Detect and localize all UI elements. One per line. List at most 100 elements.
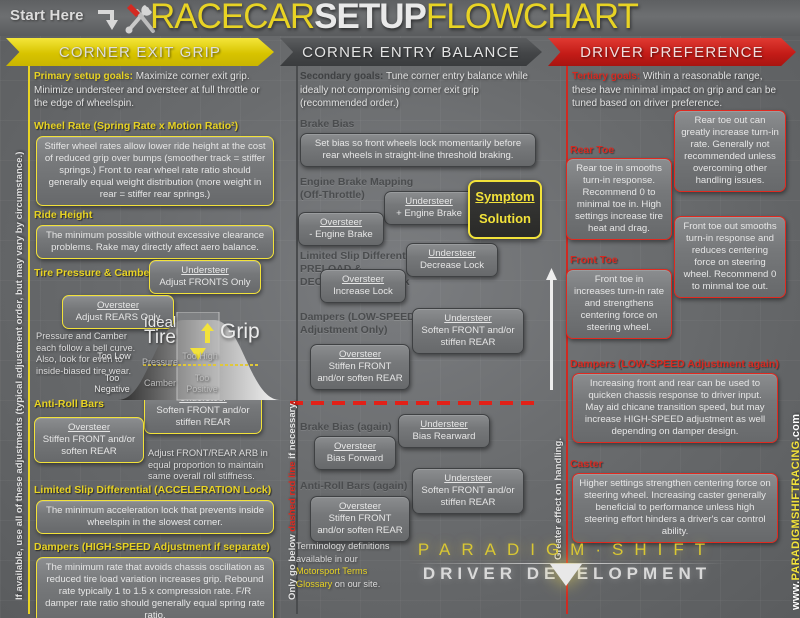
box-caster: Higher settings strengthen centering for… <box>572 473 778 543</box>
box-dampers-high-speed: The minimum rate that avoids chassis osc… <box>36 557 274 618</box>
solution-label: + Engine Brake <box>396 208 462 219</box>
solution-label: Increase Lock <box>333 286 393 297</box>
box-dampers-understeer: Understeer Soften FRONT and/or stiffen R… <box>412 308 524 354</box>
banner-label: CORNER ENTRY BALANCE <box>302 43 520 61</box>
website-tld: .com <box>790 413 800 441</box>
banner-label: DRIVER PREFERENCE <box>580 43 764 61</box>
paradigm-shift-logo: PARADIGM·SHIFT DRIVER DEVELOPMENT <box>402 540 732 586</box>
tertiary-goals-text: Tertiary goals: Within a reasonable rang… <box>572 70 786 111</box>
terminology-note: Terminology definitions available in our… <box>296 540 404 590</box>
column-corner-entry-balance: Secondary goals: Tune corner entry balan… <box>288 66 538 618</box>
symptom-label: Understeer <box>420 419 468 430</box>
dashed-line-note: Only go below dashed red line if necessa… <box>287 401 298 600</box>
title-part-flowchart: FLOWCHART <box>425 0 639 36</box>
box-engine-brake-oversteer: Oversteer - Engine Brake <box>298 212 384 246</box>
start-here-label: Start Here <box>10 7 84 24</box>
box-arb-oversteer: Oversteer Stiffen FRONT and/or soften RE… <box>34 417 144 463</box>
solution-label: Soften FRONT and/or stiffen REAR <box>156 405 250 428</box>
solution-label: Stiffen FRONT and/or soften REAR <box>42 434 136 457</box>
heading-caster: Caster <box>570 458 603 470</box>
solution-label: Bias Rearward <box>412 431 476 442</box>
terminology-note-part2: on our site. <box>332 578 381 589</box>
box-front-toe-out: Front toe out smooths turn-in response a… <box>674 216 786 298</box>
box-lsd-oversteer: Oversteer Increase Lock <box>320 269 406 303</box>
logo-triangle-icon <box>550 564 582 586</box>
symptom-label: Understeer <box>405 196 453 207</box>
banner-corner-exit-grip: CORNER EXIT GRIP <box>6 38 274 66</box>
box-engine-brake-understeer: Understeer + Engine Brake <box>384 191 474 225</box>
symptom-label: Oversteer <box>338 501 382 512</box>
box-arb2-oversteer: Oversteer Stiffen FRONT and/or soften RE… <box>310 496 410 542</box>
primary-goals-label: Primary setup goals: <box>34 71 133 82</box>
solution-label: Adjust FRONTS Only <box>159 277 251 288</box>
heading-dampers-high-speed: Dampers (HIGH-SPEED Adjustment if separa… <box>34 541 270 553</box>
symptom-label: Oversteer <box>341 274 385 285</box>
box-rear-toe-out: Rear toe out can greatly increase turn-i… <box>674 110 786 192</box>
solution-label: - Engine Brake <box>309 229 373 240</box>
greater-effect-up-arrow-icon <box>546 268 557 390</box>
symptom-label: Oversteer <box>67 422 111 433</box>
primary-goals-text: Primary setup goals: Maximize corner exi… <box>34 70 270 111</box>
heading-ride-height: Ride Height <box>34 209 93 221</box>
heading-lsd-acceleration: Limited Slip Differential (ACCELERATION … <box>34 484 272 496</box>
solution-label: Bias Forward <box>326 453 384 464</box>
box-lsd-understeer: Understeer Decrease Lock <box>406 243 498 277</box>
box-brake-bias: Set bias so front wheels lock momentaril… <box>300 133 536 167</box>
grip-up-arrow-icon <box>201 323 214 343</box>
symptom-label: Oversteer <box>319 217 363 228</box>
solution-label: Stiffen FRONT and/or soften REAR <box>317 513 403 536</box>
legend-symptom-solution: Symptom Solution <box>468 180 542 239</box>
tertiary-goals-label: Tertiary goals: <box>572 71 641 82</box>
box-wheel-rate: Stiffer wheel rates allow lower ride hei… <box>36 136 274 206</box>
solution-label: Soften FRONT and/or stiffen REAR <box>421 325 515 348</box>
dashed-line-note-highlight: dashed red line <box>287 461 298 532</box>
heading-dampers-low-speed: Dampers (LOW-SPEED Adjustment Only) <box>300 311 415 336</box>
banner-corner-entry-balance: CORNER ENTRY BALANCE <box>280 38 542 66</box>
dashed-line-note-prefix: Only go below <box>287 531 298 600</box>
box-lsd-acceleration: The minimum acceleration lock that preve… <box>36 500 274 534</box>
dashed-line-note-suffix: if necessary. <box>287 401 298 462</box>
solution-label: Soften FRONT and/or stiffen REAR <box>421 485 515 508</box>
symptom-label: Oversteer <box>96 300 140 311</box>
bell-too-negative-label: Too Negative <box>94 373 130 394</box>
column-driver-preference: Tertiary goals: Within a reasonable rang… <box>560 66 786 618</box>
symptom-label: Understeer <box>428 248 476 259</box>
secondary-goals-label: Secondary goals: <box>300 71 384 82</box>
bell-grip-label: Grip <box>220 320 260 343</box>
box-dampers-low-speed-again: Increasing front and rear can be used to… <box>572 373 778 443</box>
website-url[interactable]: www.PARADIGMSHIFTRACING.com <box>790 414 800 610</box>
dashed-red-divider <box>290 401 538 405</box>
bell-tire-label: Tire <box>143 327 177 348</box>
symptom-label: Oversteer <box>333 441 377 452</box>
terminology-note-part1: Terminology definitions available in our <box>296 541 390 564</box>
secondary-goals-text: Secondary goals: Tune corner entry balan… <box>300 70 536 111</box>
header-bar: Start Here RACECARSETUPFLOWCHART <box>0 0 800 36</box>
box-brake-bias-oversteer: Oversteer Bias Forward <box>314 436 396 470</box>
hook-arrow-icon <box>98 10 118 30</box>
box-front-toe-in: Front toe in increases turn-in rate and … <box>566 269 672 339</box>
page-title: RACECARSETUPFLOWCHART <box>150 0 639 36</box>
box-dampers-oversteer: Oversteer Stiffen FRONT and/or soften RE… <box>310 344 410 390</box>
heading-brake-bias: Brake Bias <box>300 118 355 130</box>
banner-driver-preference: DRIVER PREFERENCE <box>548 38 796 66</box>
bell-too-high-label: Too High <box>182 351 218 361</box>
heading-rear-toe: Rear Toe <box>570 144 615 156</box>
heading-front-toe: Front Toe <box>570 254 618 266</box>
legend-symptom-label: Symptom <box>475 189 535 204</box>
legend-solution-label: Solution <box>479 211 531 226</box>
symptom-label: Oversteer <box>338 349 382 360</box>
symptom-label: Understeer <box>444 313 492 324</box>
solution-label: Decrease Lock <box>420 260 484 271</box>
bell-pressure-label: Pressure <box>141 357 178 367</box>
banner-label: CORNER EXIT GRIP <box>58 43 222 61</box>
note-arb: Adjust FRONT/REAR ARB in equal proportio… <box>148 448 268 481</box>
website-prefix: www. <box>790 580 800 610</box>
heading-wheel-rate: Wheel Rate (Spring Rate x Motion Ratio²) <box>34 120 239 132</box>
title-part-racecar: RACECAR <box>150 0 315 36</box>
solution-label: Stiffen FRONT and/or soften REAR <box>317 361 403 384</box>
bell-too-low-label: Too Low <box>97 351 131 361</box>
website-brand: PARADIGMSHIFTRACING <box>790 440 800 581</box>
bell-too-positive-label: Too Positive <box>186 373 218 394</box>
left-side-note: If available, use all of these adjustmen… <box>14 151 25 600</box>
symptom-label: Understeer <box>181 265 229 276</box>
